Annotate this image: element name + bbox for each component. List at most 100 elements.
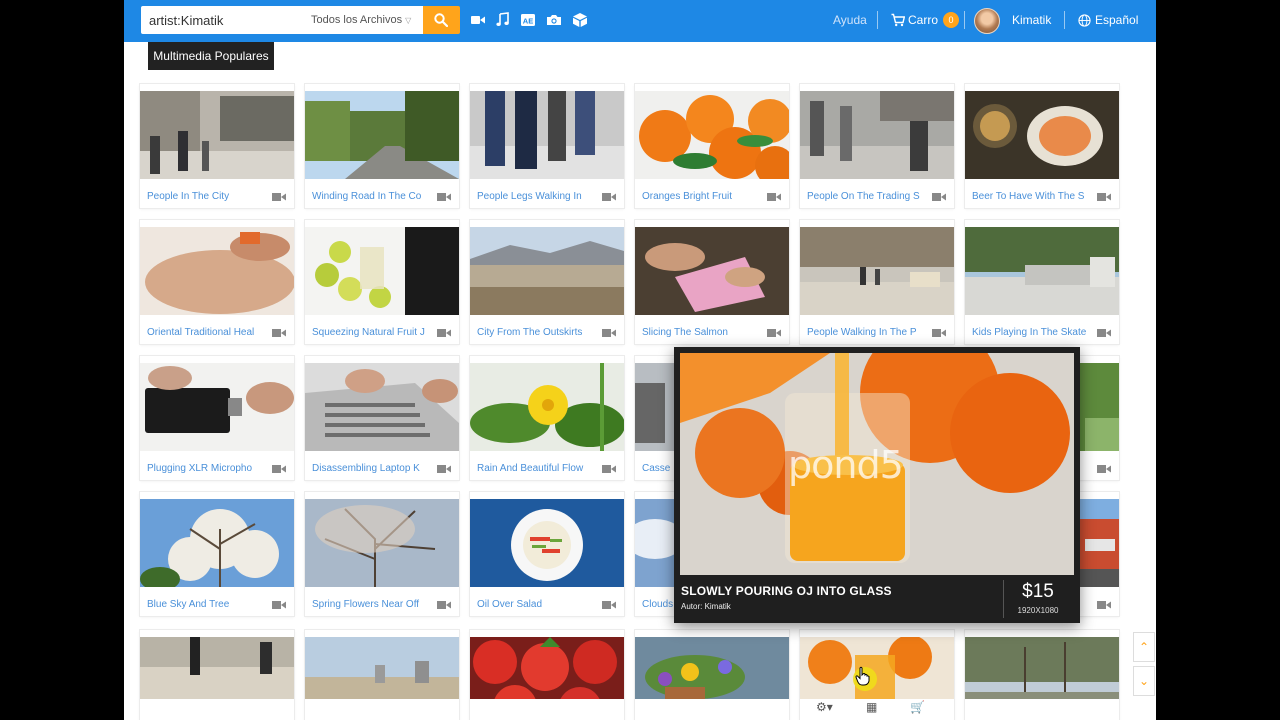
card-title: Kids Playing In The Skate [972, 327, 1087, 338]
media-card[interactable]: Spring Flowers Near Off [305, 492, 459, 616]
thumbnail [635, 637, 789, 699]
preview-price: $15 [1022, 581, 1054, 602]
media-card[interactable] [305, 630, 459, 720]
media-card[interactable]: People On The Trading S [800, 84, 954, 208]
media-card[interactable]: Rain And Beautiful Flow [470, 356, 624, 480]
media-card[interactable]: Plugging XLR Micropho [140, 356, 294, 480]
card-title: Oriental Traditional Heal [147, 327, 255, 338]
preview-author[interactable]: Autor: Kimatik [681, 602, 731, 611]
card-title: Rain And Beautiful Flow [477, 463, 584, 474]
thumbnail [965, 91, 1119, 179]
thumbnail [470, 91, 624, 179]
video-camera-icon [272, 601, 286, 609]
thumbnail [635, 91, 789, 179]
thumbnail [140, 91, 294, 179]
media-card[interactable]: Slicing The Salmon [635, 220, 789, 344]
video-camera-icon [272, 193, 286, 201]
media-card[interactable] [635, 630, 789, 720]
media-card[interactable]: Squeezing Natural Fruit J [305, 220, 459, 344]
chevron-up-icon: ⌃ [1138, 640, 1150, 654]
card-actions: ⚙▾ ▦ 🛒 [800, 700, 954, 720]
thumbnail [140, 637, 294, 699]
thumbnail [470, 499, 624, 587]
card-title: Winding Road In The Co [312, 191, 422, 202]
video-camera-icon [602, 601, 616, 609]
card-title: Spring Flowers Near Off [312, 599, 420, 610]
media-card[interactable]: Beer To Have With The S [965, 84, 1119, 208]
card-title: Oil Over Salad [477, 599, 543, 610]
hand-cursor-icon [855, 666, 870, 686]
thumbnail [305, 227, 459, 315]
thumbnail [305, 637, 459, 699]
media-card[interactable]: Kids Playing In The Skate [965, 220, 1119, 344]
video-camera-icon [1097, 465, 1111, 473]
thumbnail [470, 637, 624, 699]
card-title: Plugging XLR Micropho [147, 463, 253, 474]
grid-icon[interactable]: ▦ [866, 700, 877, 714]
media-card[interactable]: Blue Sky And Tree [140, 492, 294, 616]
preview-title: SLOWLY POURING OJ INTO GLASS [681, 584, 892, 598]
video-camera-icon [437, 465, 451, 473]
thumbnail [965, 637, 1119, 699]
thumbnail [305, 499, 459, 587]
video-camera-icon [932, 329, 946, 337]
video-camera-icon [1097, 329, 1111, 337]
card-title: People In The City [147, 191, 230, 202]
preview-resolution: 1920X1080 [1017, 606, 1059, 615]
video-camera-icon [437, 601, 451, 609]
thumbnail [800, 637, 954, 699]
thumbnail [800, 91, 954, 179]
video-camera-icon [602, 329, 616, 337]
media-card[interactable]: People In The City [140, 84, 294, 208]
card-title: People Walking In The P [807, 327, 917, 338]
card-title: Beer To Have With The S [972, 191, 1085, 202]
card-title: Disassembling Laptop K [312, 463, 420, 474]
video-camera-icon [602, 465, 616, 473]
divider [1003, 580, 1004, 618]
add-to-cart-icon[interactable]: 🛒 [910, 700, 925, 714]
media-card[interactable]: People Legs Walking In [470, 84, 624, 208]
thumbnail [470, 363, 624, 451]
double-chevron-down-icon: ⌄ [1138, 674, 1150, 688]
card-title: City From The Outskirts [477, 327, 583, 338]
card-title: Blue Sky And Tree [147, 599, 230, 610]
card-title: People On The Trading S [807, 191, 920, 202]
page: Todos los Archivos▽ AE Ayuda [124, 0, 1156, 720]
media-card[interactable]: City From The Outskirts [470, 220, 624, 344]
video-camera-icon [1097, 601, 1111, 609]
thumbnail [140, 499, 294, 587]
scroll-bottom-button[interactable]: ⌄ [1133, 666, 1155, 696]
video-camera-icon [767, 193, 781, 201]
video-camera-icon [437, 193, 451, 201]
video-camera-icon [932, 193, 946, 201]
media-card[interactable]: Disassembling Laptop K [305, 356, 459, 480]
media-card[interactable]: Oil Over Salad [470, 492, 624, 616]
card-title: Squeezing Natural Fruit J [312, 327, 425, 338]
media-card[interactable]: Oriental Traditional Heal [140, 220, 294, 344]
media-card[interactable]: Winding Road In The Co [305, 84, 459, 208]
video-camera-icon [767, 329, 781, 337]
video-preview-popup[interactable]: pond5 SLOWLY POURING OJ INTO GLASS Autor… [674, 347, 1080, 623]
scroll-up-button[interactable]: ⌃ [1133, 632, 1155, 662]
video-camera-icon [272, 329, 286, 337]
media-card[interactable]: ⚙▾ ▦ 🛒 [800, 630, 954, 720]
video-camera-icon [272, 465, 286, 473]
video-camera-icon [602, 193, 616, 201]
media-card[interactable]: People Walking In The P [800, 220, 954, 344]
thumbnail [965, 227, 1119, 315]
preview-video[interactable]: pond5 [680, 353, 1074, 575]
thumbnail [140, 227, 294, 315]
gear-icon[interactable]: ⚙▾ [816, 700, 833, 714]
media-card[interactable] [470, 630, 624, 720]
card-title: Oranges Bright Fruit [642, 191, 733, 202]
tooltip: Multimedia Populares [148, 42, 274, 70]
watermark: pond5 [788, 443, 904, 487]
media-card[interactable]: Oranges Bright Fruit [635, 84, 789, 208]
media-card[interactable] [965, 630, 1119, 720]
thumbnail [800, 227, 954, 315]
card-title: People Legs Walking In [477, 191, 582, 202]
video-camera-icon [1097, 193, 1111, 201]
video-camera-icon [437, 329, 451, 337]
media-card[interactable] [140, 630, 294, 720]
thumbnail [140, 363, 294, 451]
